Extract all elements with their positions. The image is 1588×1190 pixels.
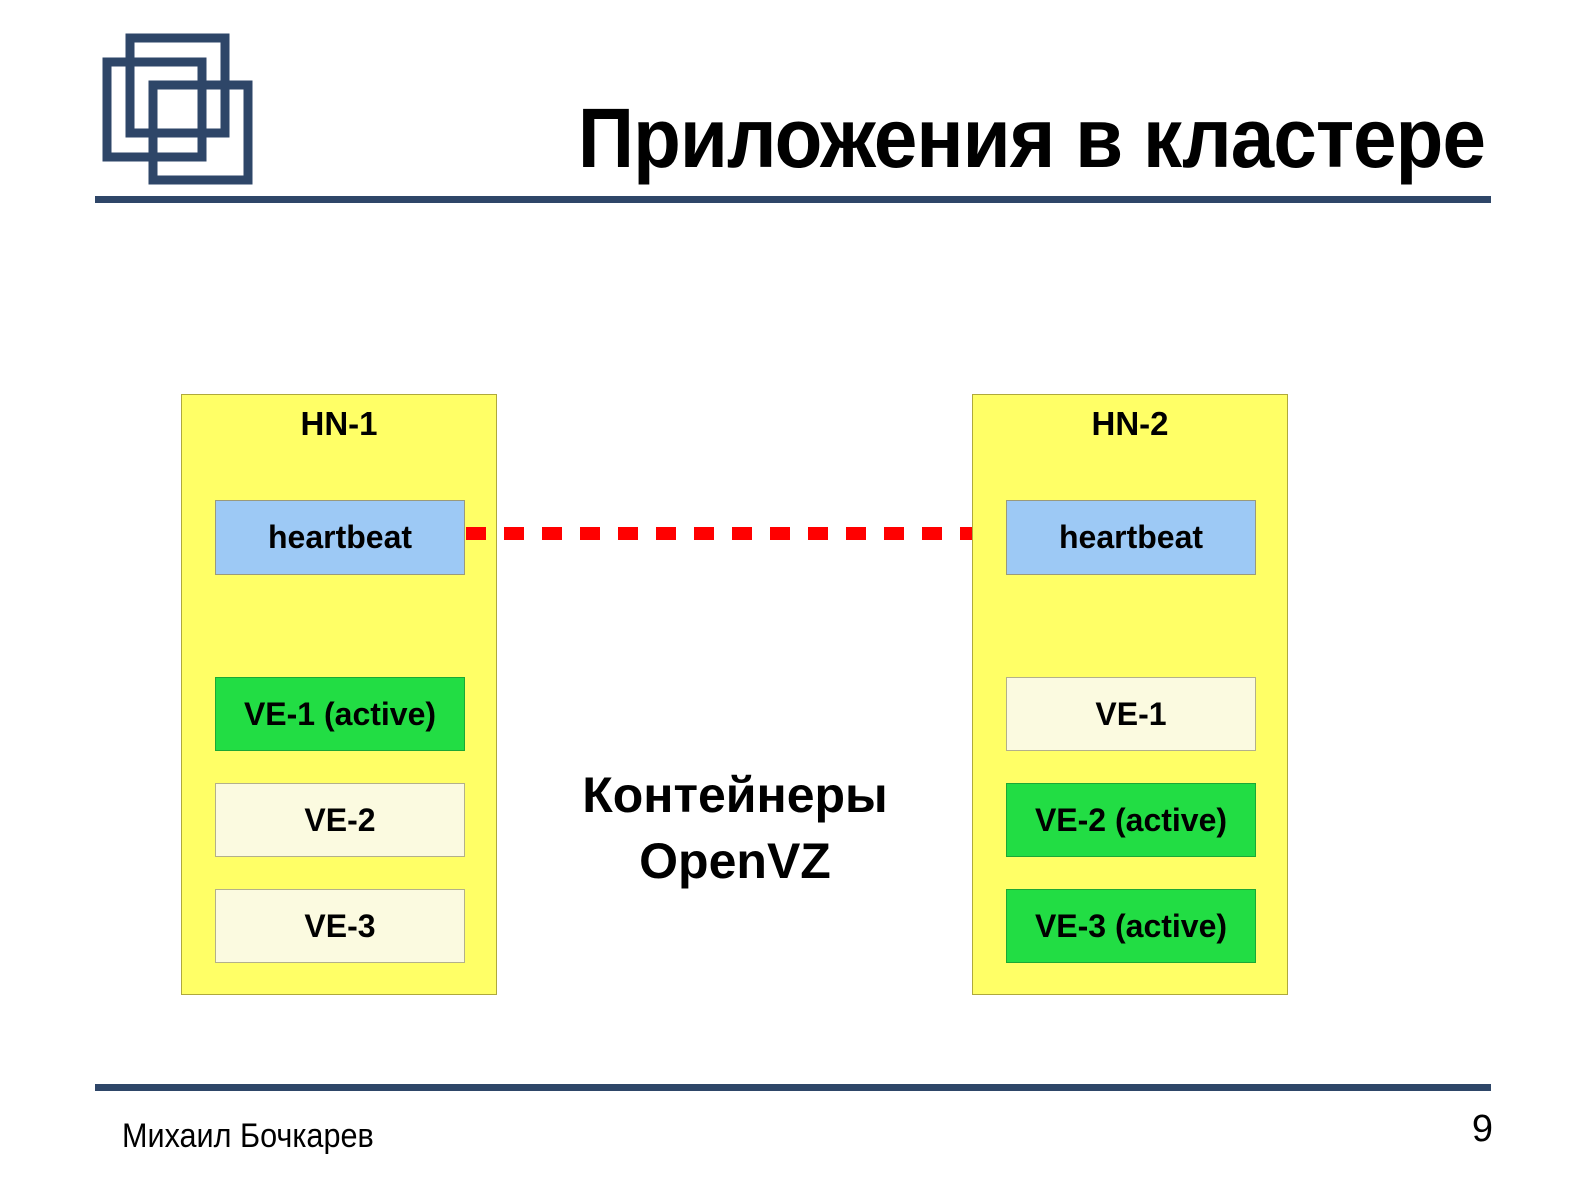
container-box-hn1-ve1: VE-1 (active) — [215, 677, 465, 751]
container-box-hn1-ve3: VE-3 — [215, 889, 465, 963]
heartbeat-box-hn1: heartbeat — [215, 500, 465, 575]
page-title: Приложения в кластере — [577, 91, 1486, 185]
container-box-hn2-ve2: VE-2 (active) — [1006, 783, 1256, 857]
container-box-hn2-ve3: VE-3 (active) — [1006, 889, 1256, 963]
slide: Приложения в кластере HN-1 heartbeat VE-… — [0, 0, 1588, 1190]
heartbeat-link-dashed-line-icon — [466, 527, 1012, 540]
footer-divider — [95, 1084, 1491, 1091]
host-node-panel-hn1: HN-1 heartbeat VE-1 (active) VE-2 VE-3 — [181, 394, 497, 995]
host-node-panel-hn2: HN-2 heartbeat VE-1 VE-2 (active) VE-3 (… — [972, 394, 1288, 995]
page-number: 9 — [1471, 1108, 1493, 1150]
footer-author: Михаил Бочкарев — [122, 1117, 374, 1155]
diagram-caption: Контейнеры OpenVZ — [498, 762, 972, 894]
overlapping-squares-logo-icon — [100, 30, 280, 195]
header-divider — [95, 196, 1491, 203]
container-box-hn2-ve1: VE-1 — [1006, 677, 1256, 751]
diagram-caption-line-1: Контейнеры — [582, 767, 888, 823]
host-node-title: HN-1 — [300, 405, 378, 442]
container-box-hn1-ve2: VE-2 — [215, 783, 465, 857]
heartbeat-box-hn2: heartbeat — [1006, 500, 1256, 575]
host-node-title: HN-2 — [1091, 405, 1169, 442]
diagram-caption-line-2: OpenVZ — [639, 833, 831, 889]
